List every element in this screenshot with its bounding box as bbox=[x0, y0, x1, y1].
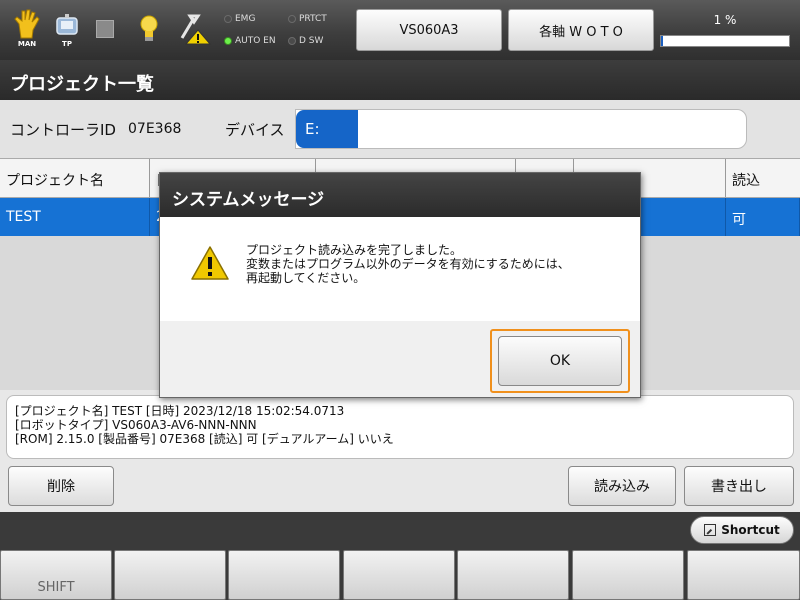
message-line: プロジェクト読み込みを完了しました。 bbox=[246, 243, 463, 257]
ok-button[interactable]: OK bbox=[498, 336, 622, 386]
message-line: 変数またはプログラム以外のデータを有効にするためには、 bbox=[246, 257, 570, 271]
dialog-overlay: システムメッセージ プロジェクト読み込みを完了しました。 変数またはプログラム以… bbox=[0, 0, 800, 600]
message-line: 再起動してください。 bbox=[246, 271, 366, 285]
dialog-title: システムメッセージ bbox=[160, 173, 640, 217]
dialog-body: プロジェクト読み込みを完了しました。 変数またはプログラム以外のデータを有効にす… bbox=[160, 217, 640, 321]
warning-icon bbox=[190, 245, 230, 285]
dialog-message: プロジェクト読み込みを完了しました。 変数またはプログラム以外のデータを有効にす… bbox=[246, 243, 570, 285]
system-message-dialog: システムメッセージ プロジェクト読み込みを完了しました。 変数またはプログラム以… bbox=[159, 172, 641, 398]
